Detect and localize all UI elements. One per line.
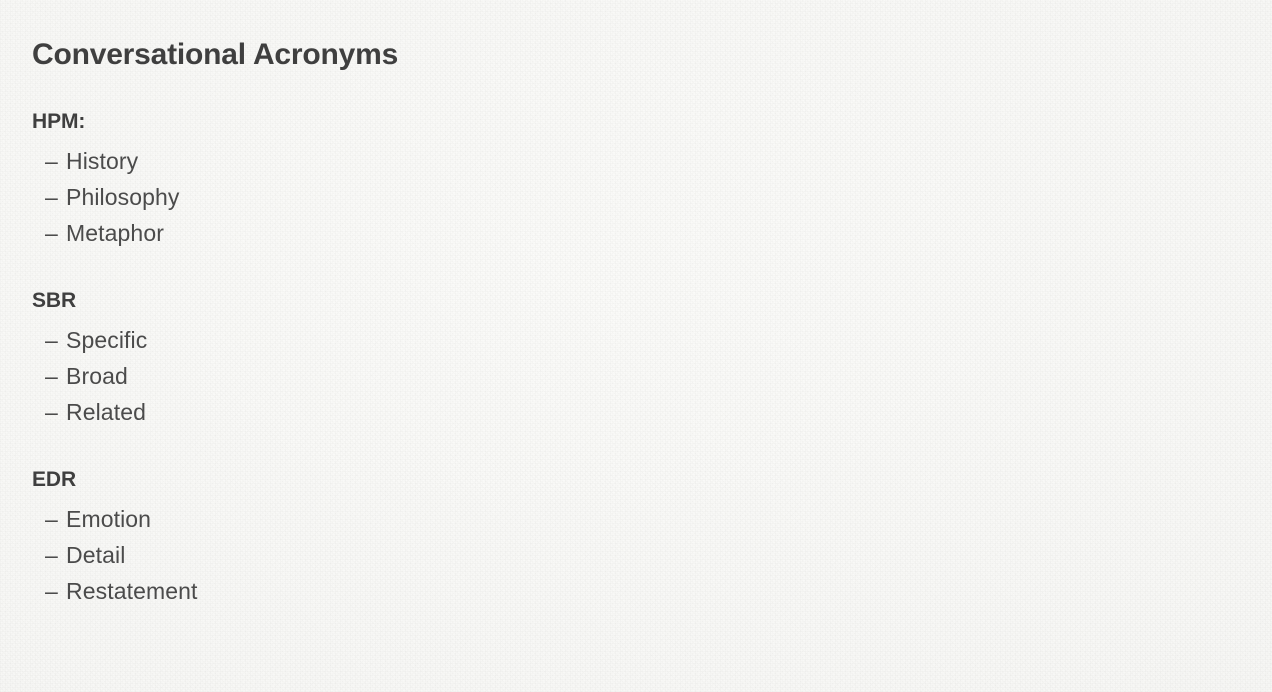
acronym-label: EDR [32,468,77,491]
list-item-label: Related [66,399,146,425]
list-item: – Restatement [32,573,1240,609]
dash-bullet-icon: – [45,542,58,568]
expansion-list: – Emotion – Detail – Restatement [32,501,1240,609]
dash-bullet-icon: – [45,578,58,604]
acronym-label: SBR [32,289,77,312]
list-item: – History [32,143,1240,179]
acronym-section-edr: EDR – Emotion – Detail – Restatement [32,466,1240,609]
list-item-label: Metaphor [66,220,164,246]
dash-bullet-icon: – [45,363,58,389]
list-item: – Metaphor [32,215,1240,251]
list-item-label: Emotion [66,506,152,532]
list-item-label: Detail [66,542,126,568]
list-item-label: History [66,148,139,174]
list-item: – Emotion [32,501,1240,537]
dash-bullet-icon: – [45,327,58,353]
expansion-list: – History – Philosophy – Metaphor [32,143,1240,251]
list-item: – Detail [32,537,1240,573]
list-item: – Specific [32,322,1240,358]
acronym-section-hpm: HPM: – History – Philosophy – Metaphor [32,108,1240,251]
page-title: Conversational Acronyms [32,38,399,71]
dash-bullet-icon: – [45,506,58,532]
list-item: – Philosophy [32,179,1240,215]
acronym-section-sbr: SBR – Specific – Broad – Related [32,287,1240,430]
dash-bullet-icon: – [45,399,58,425]
list-item-label: Specific [66,327,148,353]
expansion-list: – Specific – Broad – Related [32,322,1240,430]
list-item: – Broad [32,358,1240,394]
list-item-label: Broad [66,363,128,389]
list-item-label: Restatement [66,578,198,604]
list-item-label: Philosophy [66,184,180,210]
dash-bullet-icon: – [45,148,58,174]
dash-bullet-icon: – [45,220,58,246]
acronym-label: HPM: [32,110,86,133]
slide-canvas: Conversational Acronyms HPM: – History –… [0,0,1272,692]
slide-content: Conversational Acronyms HPM: – History –… [32,36,1240,609]
dash-bullet-icon: – [45,184,58,210]
list-item: – Related [32,394,1240,430]
